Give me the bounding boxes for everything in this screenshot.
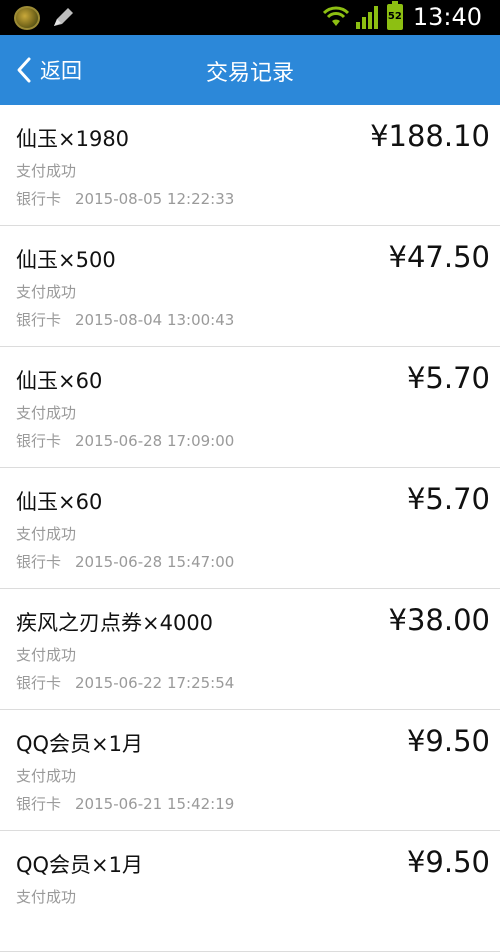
pen-icon — [54, 8, 73, 26]
transaction-name: 仙玉×1980 — [16, 127, 130, 151]
transaction-datetime: 2015-08-05 12:22:33 — [75, 190, 235, 208]
transaction-item[interactable]: 仙玉×60 ¥5.70 支付成功 银行卡 2015-06-28 17:09:00 — [0, 347, 500, 468]
transaction-amount: ¥9.50 — [406, 724, 490, 758]
transaction-datetime: 2015-08-04 13:00:43 — [75, 311, 235, 329]
transaction-datetime: 2015-06-28 17:09:00 — [75, 432, 235, 450]
transaction-status: 支付成功 — [16, 283, 77, 301]
transaction-datetime: 2015-06-21 15:42:19 — [75, 795, 235, 813]
transaction-meta: 银行卡 2015-08-04 13:00:43 — [16, 309, 234, 330]
transaction-status: 支付成功 — [16, 646, 77, 664]
battery-icon: 52 — [386, 1, 403, 30]
status-clock: 13:40 — [412, 3, 482, 31]
payment-method: 银行卡 — [16, 190, 62, 208]
status-bar: 52 13:40 — [0, 0, 500, 35]
transaction-item[interactable]: 疾风之刃点券×4000 ¥38.00 支付成功 银行卡 2015-06-22 17… — [0, 589, 500, 710]
transaction-name: QQ会员×1月 — [16, 732, 144, 756]
transaction-status: 支付成功 — [16, 767, 77, 785]
payment-method: 银行卡 — [16, 432, 62, 450]
transaction-item[interactable]: QQ会员×1月 ¥9.50 支付成功 — [0, 831, 500, 952]
transaction-name: 疾风之刃点券×4000 — [16, 611, 214, 635]
transaction-item[interactable]: QQ会员×1月 ¥9.50 支付成功 银行卡 2015-06-21 15:42:1… — [0, 710, 500, 831]
transaction-meta: 银行卡 2015-06-21 15:42:19 — [16, 793, 234, 814]
transaction-item[interactable]: 仙玉×1980 ¥188.10 支付成功 银行卡 2015-08-05 12:22… — [0, 105, 500, 226]
payment-method: 银行卡 — [16, 674, 62, 692]
payment-method: 银行卡 — [16, 553, 62, 571]
battery-level: 52 — [387, 11, 402, 22]
transaction-item[interactable]: 仙玉×60 ¥5.70 支付成功 银行卡 2015-06-28 15:47:00 — [0, 468, 500, 589]
transaction-amount: ¥47.50 — [388, 240, 490, 274]
transaction-amount: ¥5.70 — [406, 361, 490, 395]
transaction-name: 仙玉×60 — [16, 490, 103, 514]
transaction-status: 支付成功 — [16, 404, 77, 422]
payment-method: 银行卡 — [16, 795, 62, 813]
transaction-meta: 银行卡 2015-06-28 17:09:00 — [16, 430, 234, 451]
app-header: 返回 交易记录 — [0, 35, 500, 105]
wifi-icon — [322, 6, 349, 26]
transaction-name: QQ会员×1月 — [16, 853, 144, 877]
transaction-amount: ¥9.50 — [406, 845, 490, 879]
transaction-datetime: 2015-06-28 15:47:00 — [75, 553, 235, 571]
transaction-item[interactable]: 仙玉×500 ¥47.50 支付成功 银行卡 2015-08-04 13:00:4… — [0, 226, 500, 347]
status-bar-left — [14, 6, 76, 30]
transaction-status: 支付成功 — [16, 525, 77, 543]
signal-icon — [355, 6, 378, 29]
transaction-meta: 银行卡 2015-08-05 12:22:33 — [16, 188, 234, 209]
transaction-list: 仙玉×1980 ¥188.10 支付成功 银行卡 2015-08-05 12:22… — [0, 105, 500, 952]
transaction-name: 仙玉×500 — [16, 248, 116, 272]
app-badge-icon — [14, 6, 40, 30]
transaction-amount: ¥188.10 — [370, 119, 490, 153]
page-title: 交易记录 — [205, 61, 294, 86]
payment-method: 银行卡 — [16, 311, 62, 329]
transaction-amount: ¥5.70 — [406, 482, 490, 516]
transaction-amount: ¥38.00 — [388, 603, 490, 637]
transaction-datetime: 2015-06-22 17:25:54 — [75, 674, 235, 692]
transaction-meta: 银行卡 2015-06-22 17:25:54 — [16, 672, 234, 693]
transaction-meta: 银行卡 2015-06-28 15:47:00 — [16, 551, 234, 572]
transaction-status: 支付成功 — [16, 162, 77, 180]
transaction-status: 支付成功 — [16, 888, 77, 906]
status-bar-right: 52 13:40 — [322, 1, 482, 31]
transaction-name: 仙玉×60 — [16, 369, 103, 393]
